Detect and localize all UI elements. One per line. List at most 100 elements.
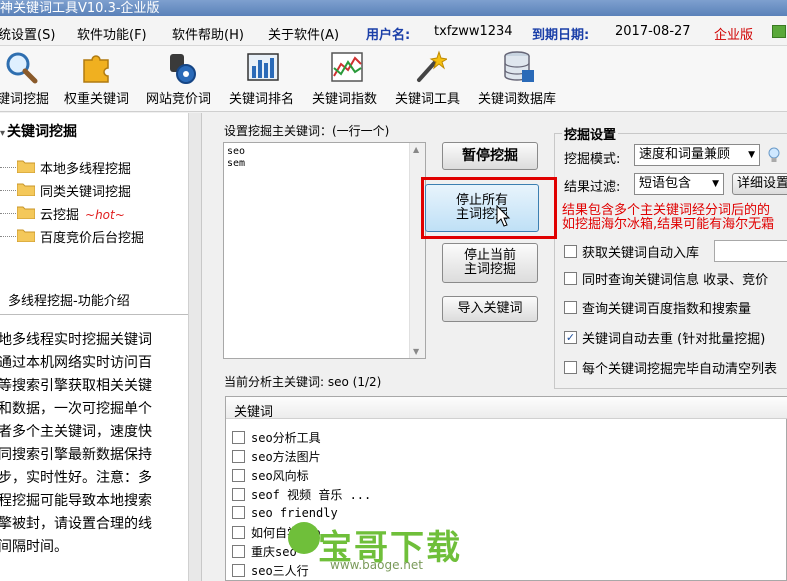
mouse-pointer-icon [496,205,511,227]
toolbar-site-bid-words[interactable]: 网站竞价词 [144,46,220,110]
tree-item-similar-keywords[interactable]: 同类关键词挖掘 [0,180,180,200]
section-title-label: 关键词挖掘 [7,124,78,140]
tree-item-baidu-bid-backend[interactable]: 百度竞价后台挖掘 [0,226,180,246]
menu-software-help[interactable]: 软件帮助(H) [172,24,244,43]
tree-connector [0,167,16,168]
import-keywords-button[interactable]: 导入关键词 [442,296,538,322]
highlight-box [421,177,557,239]
filter-label: 结果过滤: [564,180,621,195]
query-info-label: 同时查询关键词信息 收录、竞价 [582,273,769,288]
tree-connector [0,190,16,191]
auto-store-checkbox[interactable] [564,245,577,258]
list-item[interactable]: seo方法图片 [232,448,321,467]
list-item[interactable]: seo风向标 [232,467,309,486]
tree-item-cloud-mining[interactable]: 云挖掘 ~hot~ [0,203,180,223]
list-item[interactable]: seof 视频 音乐 ... [232,486,371,505]
detail-settings-button[interactable]: 详细设置 [732,173,787,195]
watermark-logo-icon [288,522,320,554]
mode-value: 速度和词量兼顾 [639,147,731,162]
collapse-icon[interactable]: ▾ [0,128,5,139]
folder-icon [17,206,35,219]
title-bar: 神关键词工具V10.3-企业版 [0,0,787,16]
row-checkbox[interactable] [232,469,245,482]
watermark: 宝哥下载 www.baoge.net [288,520,462,572]
expire-date-value: 2017-08-27 [615,24,691,39]
row-checkbox[interactable] [232,526,245,539]
chevron-down-icon: ▼ [712,179,719,189]
toolbar-label: 关键词指数 [312,92,378,107]
toolbar-label: 关键词工具 [395,92,461,107]
toolbar-keyword-tools[interactable]: 关键词工具 [393,46,469,110]
menu-system-settings[interactable]: 统设置(S) [0,24,55,43]
left-pane-scrollbar[interactable] [188,113,201,581]
row-checkbox[interactable] [232,564,245,577]
intro-description: 地多线程实时挖掘关键词 通过本机网络实时访问百 等搜索引擎获取相关关键 和数据，… [0,329,183,559]
row-checkbox[interactable] [232,488,245,501]
keywords-text: seo sem [227,146,246,169]
folder-icon [17,160,35,173]
magnifier-icon [6,52,38,84]
filter-warning-line2: 如挖掘海尔冰箱,结果可能有海尔无霜 [562,217,775,232]
divider [0,314,188,315]
auto-dedupe-checkbox[interactable]: ✓ [564,331,577,344]
tree-connector [0,236,16,237]
lightbulb-icon[interactable] [767,147,781,165]
username-value: txfzww1234 [434,24,513,39]
row-text: seo三人行 [251,564,309,578]
intro-line: 地多线程实时挖掘关键词 [0,332,152,348]
intro-line: 同搜索引擎最新数据保持 [0,447,152,463]
toolbar-keyword-database[interactable]: 关键词数据库 [476,46,564,110]
keywords-scrollbar[interactable]: ▲ ▼ [409,143,425,358]
auto-clear-label: 每个关键词挖掘完毕自动清空列表 [582,362,778,377]
query-info-checkbox[interactable] [564,272,577,285]
intro-line: 等搜索引擎获取相关关键 [0,378,152,394]
row-checkbox[interactable] [232,545,245,558]
scroll-up-icon[interactable]: ▲ [413,145,419,154]
list-header[interactable]: 关键词 [226,397,787,420]
stop-current-mining-button[interactable]: 停止当前 主词挖掘 [442,243,538,283]
auto-clear-checkbox[interactable] [564,361,577,374]
toolbar-label: 网站竞价词 [146,92,212,107]
tree-item-local-multithread[interactable]: 本地多线程挖掘 [0,157,180,177]
toolbar: 键词挖掘 权重关键词 网站竞价词 关键词排名 关键词指数 关键词工具 关键词数据… [0,46,787,112]
row-checkbox[interactable] [232,450,245,463]
mode-label: 挖掘模式: [564,152,621,167]
filter-select[interactable]: 短语包含 ▼ [634,173,724,195]
mode-select[interactable]: 速度和词量兼顾 ▼ [634,144,760,166]
menu-software-functions[interactable]: 软件功能(F) [77,24,147,43]
filter-warning-line1: 结果包含多个主关键词经分词后的的 [562,203,771,218]
folder-icon [17,183,35,196]
toolbar-weight-keywords[interactable]: 权重关键词 [60,46,136,110]
gear-bag-icon [170,54,196,84]
set-keywords-label: 设置挖掘主关键词：(一行一个) [224,124,390,138]
list-item[interactable]: 重庆seo [232,543,297,562]
list-item[interactable]: seo分析工具 [232,429,321,448]
current-keyword-label: 当前分析主关键词: seo (1/2) [224,375,382,389]
scroll-down-icon[interactable]: ▼ [413,347,419,356]
baidu-index-label: 查询关键词百度指数和搜索量 [582,302,752,317]
section-title: ▾ 关键词挖掘 [0,121,77,141]
keyword-results-list[interactable]: 关键词 seo分析工具 seo方法图片 seo风向标 seof 视频 音乐 ..… [225,396,787,581]
toolbar-keyword-mining[interactable]: 键词挖掘 [0,46,56,110]
auto-store-input[interactable] [714,240,787,262]
pause-mining-button[interactable]: 暂停挖掘 [442,142,538,170]
column-header-keyword: 关键词 [234,405,274,420]
left-nav-pane: ▾ 关键词挖掘 本地多线程挖掘 同类关键词挖掘 云挖掘 ~hot~ 百度竞价后台挖掘… [0,113,202,581]
baidu-index-checkbox[interactable] [564,301,577,314]
toolbar-keyword-ranking[interactable]: 关键词排名 [226,46,302,110]
line-chart-icon [331,52,363,82]
row-checkbox[interactable] [232,431,245,444]
window-icon[interactable] [772,25,786,38]
menu-about-software[interactable]: 关于软件(A) [268,24,339,43]
row-checkbox[interactable] [232,506,245,519]
row-text: seo friendly [251,505,338,520]
toolbar-label: 关键词排名 [229,92,295,107]
toolbar-keyword-index[interactable]: 关键词指数 [310,46,386,110]
row-text: seo分析工具 [251,431,321,445]
keywords-textarea[interactable]: seo sem ▲ ▼ [223,142,426,359]
list-item[interactable]: seo三人行 [232,562,309,581]
magic-wand-icon [417,50,447,82]
mining-settings-title: 挖掘设置 [562,124,619,143]
intro-line: 和数据，一次可挖掘单个 [0,401,152,417]
row-text: seo风向标 [251,469,309,483]
